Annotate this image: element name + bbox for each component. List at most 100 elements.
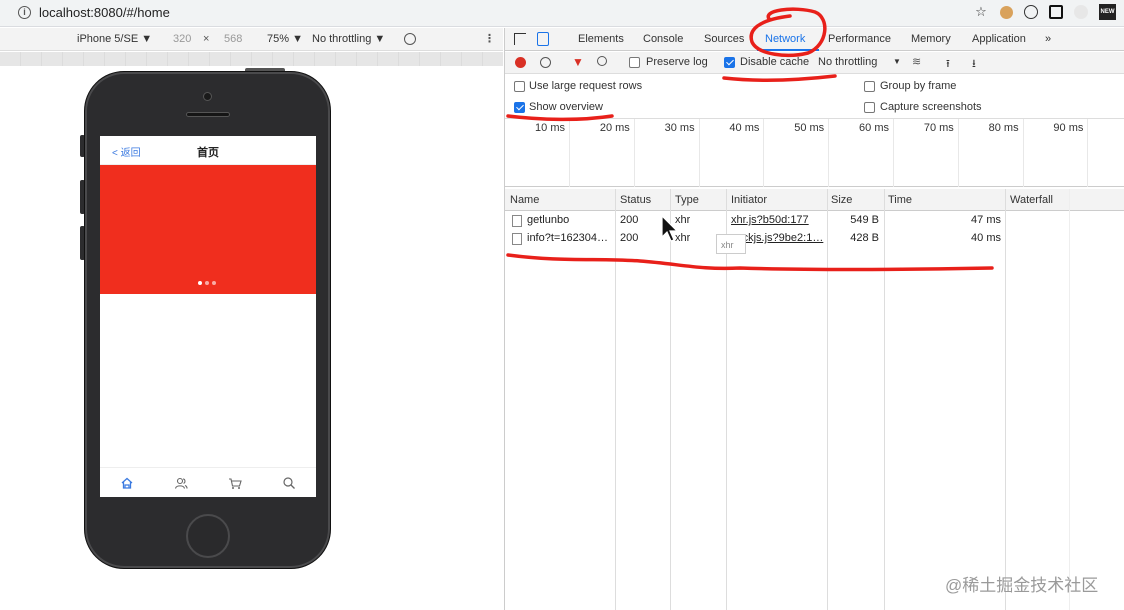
export-har-icon[interactable]: ⭳ <box>972 55 976 74</box>
rotate-icon[interactable] <box>404 33 416 45</box>
overview-tick-label: 30 ms <box>664 122 695 134</box>
bottom-tab-bar <box>100 467 316 497</box>
watermark: @稀土掘金技术社区 <box>945 576 1099 595</box>
disable-cache-checkbox[interactable] <box>724 57 735 68</box>
inspect-element-icon[interactable] <box>514 33 526 45</box>
tab-elements[interactable]: Elements <box>578 33 624 45</box>
network-conditions-icon[interactable]: ≋ <box>912 55 921 68</box>
clear-icon[interactable] <box>540 57 551 68</box>
new-badge-extension-icon[interactable]: NEW <box>1099 4 1116 20</box>
large-rows-label[interactable]: Use large request rows <box>529 80 642 92</box>
network-overview-timeline[interactable]: 10 ms 20 ms 30 ms 40 ms 50 ms 60 ms 70 ms 80 ms… <box>505 119 1124 187</box>
chevron-down-icon[interactable]: ▼ <box>893 57 901 66</box>
users-tab-icon[interactable] <box>172 474 190 492</box>
preserve-log-label[interactable]: Preserve log <box>646 56 708 68</box>
home-tab-icon[interactable] <box>118 474 136 492</box>
phone-speaker <box>186 112 230 117</box>
url-text[interactable]: localhost:8080/#/home <box>39 5 170 20</box>
network-throttling-select[interactable]: No throttling <box>818 56 877 68</box>
preserve-log-checkbox[interactable] <box>629 57 640 68</box>
throttling-select[interactable]: No throttling ▼ <box>312 33 385 45</box>
devtools-panel: Elements Console Sources Network Perform… <box>504 28 1124 610</box>
carousel-dot[interactable] <box>198 281 202 285</box>
column-time[interactable]: Time <box>888 194 912 206</box>
table-row[interactable]: getlunbo 200 xhr xhr.js?b50d:177 549 B 4… <box>505 212 1005 230</box>
square-extension-icon[interactable] <box>1049 5 1063 19</box>
width-input[interactable]: 320 <box>173 33 191 45</box>
device-select[interactable]: iPhone 5/SE ▼ <box>77 33 152 45</box>
document-icon <box>512 233 522 245</box>
height-input[interactable]: 568 <box>224 33 242 45</box>
phone-screen: < 返回 首页 <box>100 136 316 497</box>
overview-tick-label: 60 ms <box>859 122 889 134</box>
app-header: < 返回 首页 <box>100 136 316 165</box>
tab-performance[interactable]: Performance <box>828 33 891 45</box>
large-rows-checkbox[interactable] <box>514 81 525 92</box>
info-icon[interactable]: i <box>18 6 31 19</box>
column-name[interactable]: Name <box>510 194 539 206</box>
overview-tick-label: 80 ms <box>988 122 1019 134</box>
overview-tick-label: 10 <box>1086 122 1124 134</box>
cart-tab-icon[interactable] <box>226 474 244 492</box>
column-initiator[interactable]: Initiator <box>731 194 767 206</box>
extension-icons: ☆ NEW <box>973 4 1116 20</box>
carousel-dot[interactable] <box>212 281 216 285</box>
banner-carousel[interactable] <box>100 165 316 294</box>
column-divider <box>615 189 616 610</box>
disable-cache-label[interactable]: Disable cache <box>740 56 809 68</box>
toggle-device-icon[interactable] <box>537 32 549 46</box>
column-type[interactable]: Type <box>675 194 699 206</box>
column-divider <box>827 189 828 610</box>
phone-home-button[interactable] <box>186 514 230 558</box>
more-tabs-icon[interactable]: » <box>1045 33 1051 45</box>
request-size: 549 B <box>850 214 879 226</box>
more-options-icon[interactable]: ⋮ <box>484 32 495 45</box>
overview-tick-label: 40 ms <box>729 122 760 134</box>
request-initiator[interactable]: xhr.js?b50d:177 <box>731 214 825 226</box>
request-status: 200 <box>620 214 639 226</box>
network-toolbar: ▼ Preserve log Disable cache No throttli… <box>505 52 1124 74</box>
circle-extension-icon[interactable] <box>1024 5 1038 19</box>
show-overview-checkbox[interactable] <box>514 102 525 113</box>
active-tab-indicator <box>757 49 819 51</box>
overview-tick-label: 50 ms <box>794 122 825 134</box>
capture-screenshots-checkbox[interactable] <box>864 102 875 113</box>
filter-icon[interactable]: ▼ <box>572 56 584 68</box>
network-settings: Use large request rows Show overview Gro… <box>505 75 1124 119</box>
column-waterfall[interactable]: Waterfall <box>1010 194 1053 206</box>
page-title: 首页 <box>197 147 219 159</box>
overview-tick-label: 90 ms <box>1053 122 1084 134</box>
tab-network[interactable]: Network <box>765 33 805 45</box>
capture-screenshots-label[interactable]: Capture screenshots <box>880 101 982 113</box>
column-size[interactable]: Size <box>831 194 852 206</box>
search-icon[interactable] <box>597 56 607 66</box>
overview-tick-label: 20 ms <box>599 122 630 134</box>
carousel-dot[interactable] <box>205 281 209 285</box>
record-icon[interactable] <box>515 57 526 68</box>
star-icon[interactable]: ☆ <box>973 4 989 20</box>
request-time: 47 ms <box>971 214 1001 226</box>
zoom-select[interactable]: 75% ▼ <box>267 33 303 45</box>
browser-address-bar[interactable]: i localhost:8080/#/home ☆ NEW <box>0 0 1124 27</box>
devtools-tab-bar: Elements Console Sources Network Perform… <box>505 28 1124 51</box>
tab-memory[interactable]: Memory <box>911 33 951 45</box>
column-divider <box>1005 189 1006 610</box>
table-row[interactable]: info?t=162304… 200 xhr sockjs.js?9be2:1…… <box>505 230 1005 248</box>
column-status[interactable]: Status <box>620 194 651 206</box>
tab-console[interactable]: Console <box>643 33 683 45</box>
carousel-indicators <box>198 281 216 285</box>
request-name[interactable]: info?t=162304… <box>527 232 613 244</box>
tooltip: xhr <box>716 234 746 254</box>
phone-camera <box>203 92 212 101</box>
tab-application[interactable]: Application <box>972 33 1026 45</box>
column-divider <box>670 189 671 610</box>
import-har-icon[interactable]: ⭱ <box>946 55 950 74</box>
cookie-extension-icon[interactable] <box>1000 5 1013 19</box>
group-by-frame-checkbox[interactable] <box>864 81 875 92</box>
tab-sources[interactable]: Sources <box>704 33 744 45</box>
request-name[interactable]: getlunbo <box>527 214 613 226</box>
group-by-frame-label[interactable]: Group by frame <box>880 80 956 92</box>
cloud-extension-icon[interactable] <box>1074 5 1088 19</box>
show-overview-label[interactable]: Show overview <box>529 101 603 113</box>
search-tab-icon[interactable] <box>280 474 298 492</box>
